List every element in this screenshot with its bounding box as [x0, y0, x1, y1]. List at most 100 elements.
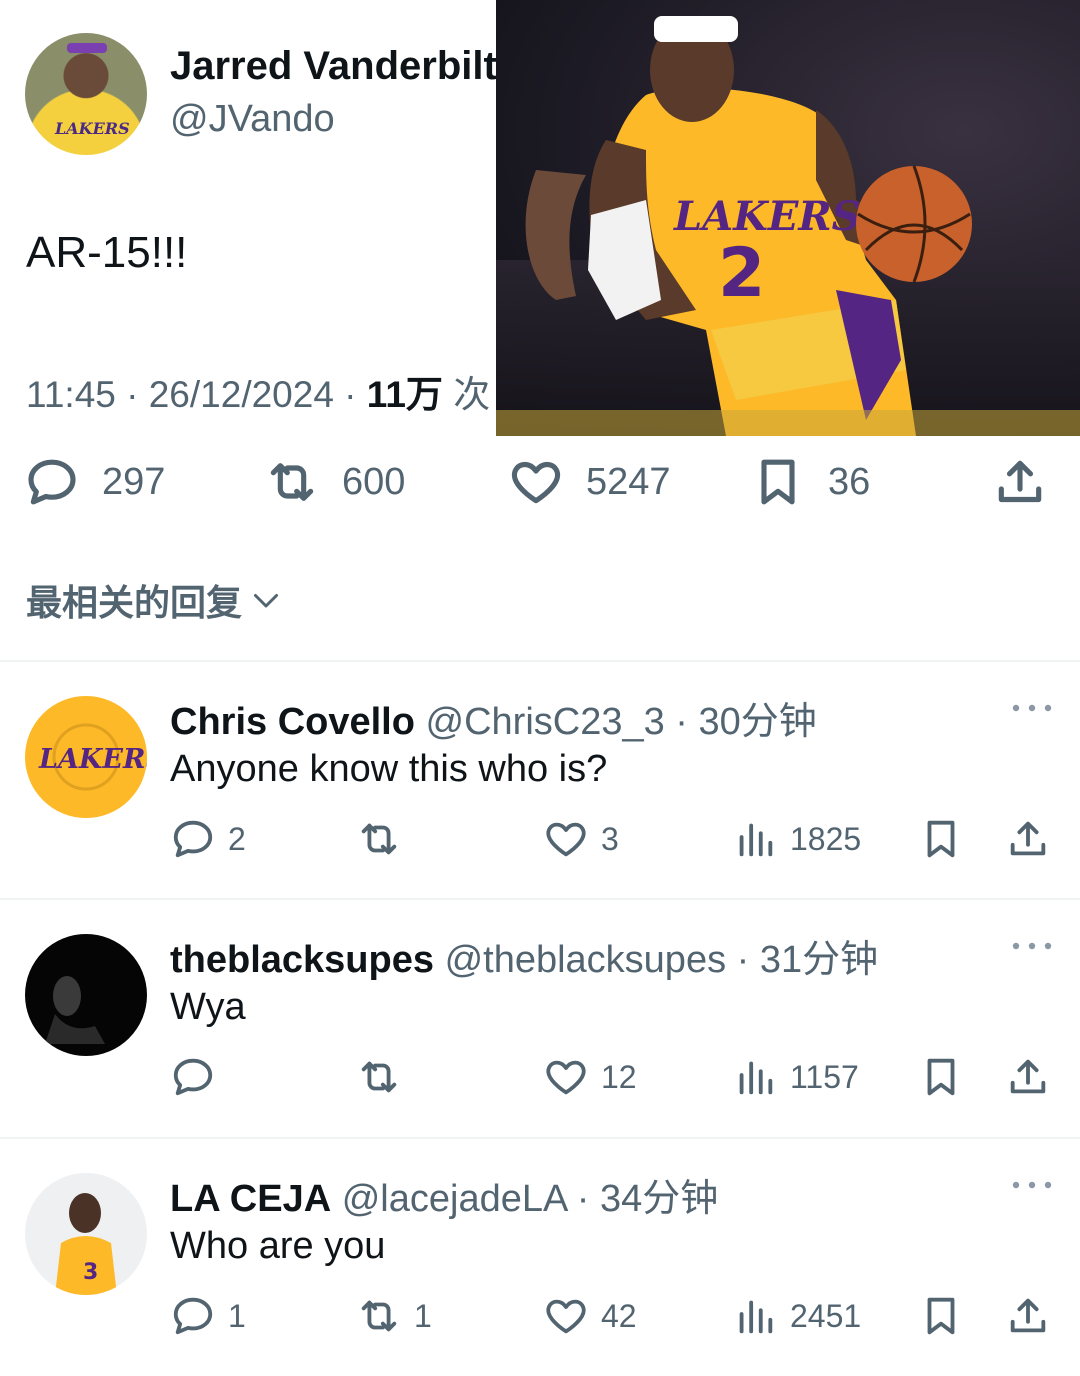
like-icon	[511, 461, 561, 504]
share-icon	[1010, 1298, 1046, 1333]
views-count: 2451	[790, 1297, 862, 1334]
share-icon	[998, 460, 1042, 503]
like-count: 42	[601, 1297, 637, 1334]
reply-handle-time[interactable]: @ChrisC23_3 · 30分钟	[426, 701, 817, 743]
photo-jersey-text: LAKERS	[673, 193, 861, 240]
like-icon	[546, 822, 586, 857]
reply-actions: 12 1157	[0, 1052, 1080, 1102]
reply-text: Anyone know this who is?	[170, 748, 608, 790]
tweet-actions: 297 600 5247 36	[0, 452, 1080, 512]
reply-count: 1	[228, 1297, 246, 1334]
reply-button[interactable]: 297	[24, 452, 165, 512]
retweet-button[interactable]: 1	[356, 1291, 432, 1341]
reply-handle-time[interactable]: @theblacksupes · 31分钟	[445, 939, 879, 981]
author-name[interactable]: Jarred Vanderbilt	[170, 44, 497, 89]
reply-handle-time[interactable]: @lacejadeLA · 34分钟	[342, 1178, 719, 1220]
reply-header: theblacksupes @theblacksupes · 31分钟	[170, 928, 878, 983]
reply-author-name[interactable]: Chris Covello	[170, 701, 415, 743]
replies-sort-label: 最相关的回复	[26, 582, 243, 623]
bookmark-button[interactable]	[918, 814, 964, 864]
reply-avatar[interactable]	[25, 934, 147, 1056]
reply-header: LA CEJA @lacejadeLA · 34分钟	[170, 1167, 718, 1222]
reply-text: Who are you	[170, 1225, 386, 1267]
tweet-views: 11万	[366, 374, 443, 415]
share-icon	[1010, 1059, 1046, 1094]
retweet-button[interactable]: 600	[264, 452, 405, 512]
author-avatar[interactable]: LAKERS	[25, 33, 147, 155]
like-icon	[546, 1299, 586, 1334]
reply-icon	[173, 1058, 213, 1096]
bookmark-icon	[927, 1297, 955, 1335]
reply-count: 2	[228, 820, 246, 857]
bookmark-icon	[761, 459, 795, 505]
tweet-time-date[interactable]: 11:45 · 26/12/2024 ·	[26, 374, 367, 415]
views-button[interactable]: 1825	[732, 814, 861, 864]
reply-avatar-text: LAKERS	[38, 744, 147, 775]
replies-sort-dropdown[interactable]: 最相关的回复	[26, 574, 284, 626]
views-button[interactable]: 1157	[732, 1052, 859, 1102]
bookmark-button[interactable]	[918, 1291, 964, 1341]
share-button[interactable]	[992, 452, 1048, 512]
bookmark-count: 36	[828, 460, 871, 503]
reply-item[interactable]: 3 LA CEJA @lacejadeLA · 34分钟 Who are you…	[0, 1139, 1080, 1376]
tweet-meta: 11:45 · 26/12/2024 · 11万 次	[26, 364, 490, 418]
reply-item[interactable]: LAKERS Chris Covello @ChrisC23_3 · 30分钟 …	[0, 662, 1080, 900]
reply-header: Chris Covello @ChrisC23_3 · 30分钟	[170, 690, 817, 745]
bookmark-icon	[927, 820, 955, 858]
share-button[interactable]	[1005, 814, 1051, 864]
tweet-text: AR-15!!!	[26, 228, 188, 277]
like-button[interactable]: 42	[543, 1291, 637, 1341]
like-count: 12	[601, 1058, 637, 1095]
bookmark-icon	[927, 1058, 955, 1096]
like-button[interactable]: 3	[543, 814, 619, 864]
bookmark-button[interactable]	[918, 1052, 964, 1102]
retweet-button[interactable]	[356, 1052, 414, 1102]
views-icon	[739, 1300, 773, 1334]
tweet-views-suffix: 次	[442, 374, 491, 415]
retweet-icon	[361, 1300, 397, 1332]
photo-jersey-number: 2	[718, 234, 765, 313]
like-button[interactable]: 5247	[508, 452, 671, 512]
views-icon	[739, 1061, 773, 1095]
svg-text:3: 3	[83, 1260, 98, 1285]
like-icon	[546, 1060, 586, 1095]
reply-button[interactable]: 1	[170, 1291, 246, 1341]
like-count: 5247	[586, 460, 671, 503]
author-handle[interactable]: @JVando	[170, 98, 335, 141]
retweet-count: 600	[342, 460, 406, 503]
more-icon[interactable]	[1010, 936, 1054, 956]
views-icon	[739, 823, 773, 857]
retweet-button[interactable]	[356, 814, 414, 864]
reply-button[interactable]	[170, 1052, 228, 1102]
retweet-icon	[270, 463, 314, 501]
share-button[interactable]	[1005, 1052, 1051, 1102]
reply-actions: 1 1 42 2451	[0, 1291, 1080, 1341]
tweet-photo[interactable]: LAKERS 2	[496, 0, 1080, 436]
like-button[interactable]: 12	[543, 1052, 637, 1102]
retweet-icon	[361, 823, 397, 855]
reply-avatar[interactable]: 3	[25, 1173, 147, 1295]
views-count: 1825	[790, 820, 862, 857]
bookmark-button[interactable]: 36	[750, 452, 870, 512]
share-button[interactable]	[1005, 1291, 1051, 1341]
reply-avatar[interactable]: LAKERS	[25, 696, 147, 818]
views-button[interactable]: 2451	[732, 1291, 861, 1341]
reply-icon	[173, 820, 213, 858]
views-count: 1157	[790, 1058, 859, 1095]
reply-author-name[interactable]: theblacksupes	[170, 939, 434, 981]
more-icon[interactable]	[1010, 698, 1054, 718]
reply-button[interactable]: 2	[170, 814, 246, 864]
retweet-count: 1	[414, 1297, 432, 1334]
retweet-icon	[361, 1061, 397, 1093]
reply-item[interactable]: theblacksupes @theblacksupes · 31分钟 Wya …	[0, 900, 1080, 1138]
reply-icon	[28, 459, 76, 505]
reply-author-name[interactable]: LA CEJA	[170, 1178, 331, 1220]
more-icon[interactable]	[1010, 1175, 1054, 1195]
reply-count: 297	[102, 460, 166, 503]
share-icon	[1010, 821, 1046, 856]
like-count: 3	[601, 820, 619, 857]
chevron-down-icon	[254, 594, 279, 608]
reply-icon	[173, 1297, 213, 1335]
reply-text: Wya	[170, 986, 246, 1028]
reply-actions: 2 3 1825	[0, 814, 1080, 864]
